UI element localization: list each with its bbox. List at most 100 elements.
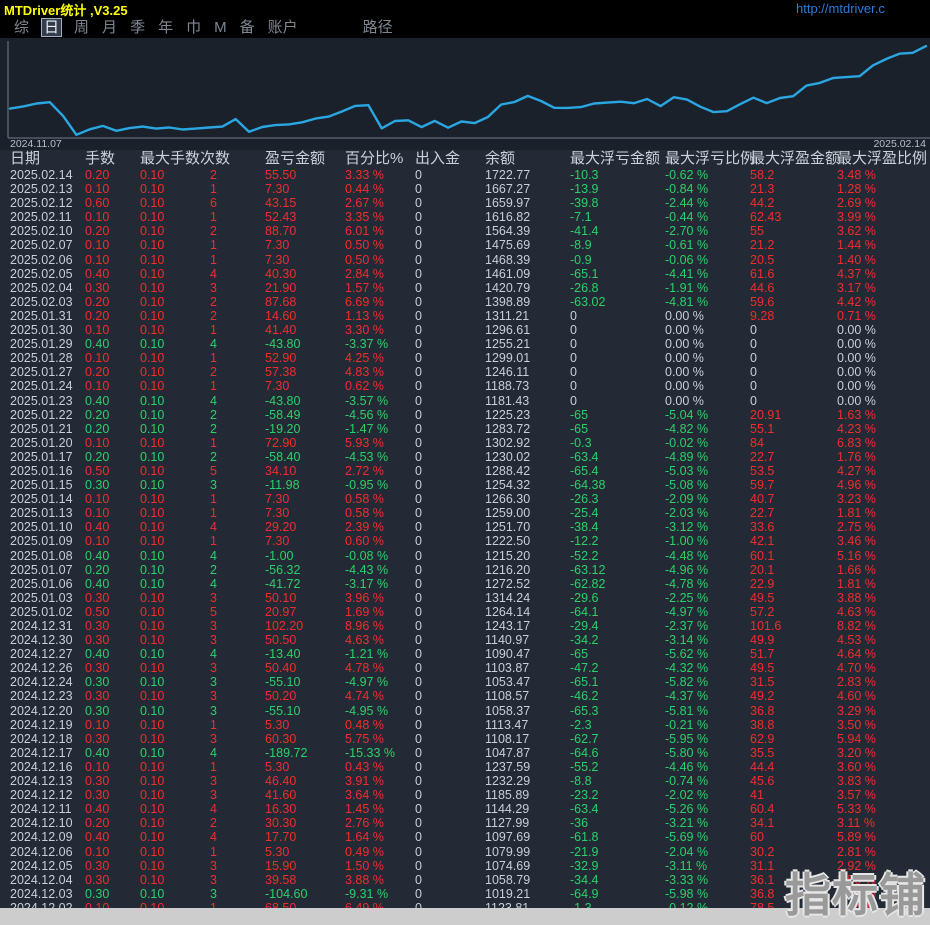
cell: 4.37 % [837,266,876,281]
table-row[interactable]: 2025.01.03 0.30 0.10 3 50.10 3.96 % 0 1314.24 -2… [0,591,930,605]
table-row[interactable]: 2024.12.27 0.40 0.10 4 -13.40 -1.21 % 0 1090.47… [0,647,930,661]
cell: 3 [210,590,217,605]
table-row[interactable]: 2025.01.16 0.50 0.10 5 34.10 2.72 % 0 1288.42 -6… [0,464,930,478]
cell: 0 [570,337,577,352]
table-row[interactable]: 2025.01.22 0.20 0.10 2 -58.49 -4.56 % 0 1225.23… [0,408,930,422]
cell: 0.10 [140,351,165,366]
table-row[interactable]: 2025.01.06 0.40 0.10 4 -41.72 -3.17 % 0 1272.52… [0,577,930,591]
menu-item[interactable]: 综 [14,19,29,36]
cell: 1 [210,323,217,338]
cell: 0.10 [140,407,165,422]
cell: 49.5 [750,590,775,605]
table-row[interactable]: 2025.02.03 0.20 0.10 2 87.68 6.69 % 0 1398.89 -6… [0,295,930,309]
cell: 1461.09 [485,266,531,281]
cell: 1.76 % [837,449,876,464]
menu-item[interactable]: M [214,19,227,36]
cell: 0.20 [85,421,110,436]
table-row[interactable]: 2024.12.26 0.30 0.10 3 50.40 4.78 % 0 1103.87 -4… [0,661,930,675]
table-row[interactable]: 2025.01.21 0.20 0.10 2 -19.20 -1.47 % 0 1283.72… [0,422,930,436]
table-row[interactable]: 2025.01.07 0.20 0.10 2 -56.32 -4.43 % 0 1216.20… [0,563,930,577]
cell: 0 [415,393,422,408]
cell: 0.30 [85,774,110,789]
menu-item[interactable]: 日 [42,19,62,36]
table-row[interactable]: 2025.01.31 0.20 0.10 2 14.60 1.13 % 0 1311.21 0 0… [0,309,930,323]
table-row[interactable]: 2025.01.29 0.40 0.10 4 -43.80 -3.37 % 0 1255.21… [0,337,930,351]
cell: 2024.12.12 [10,788,73,803]
cell: 5.75 % [345,731,384,746]
cell: 1283.72 [485,421,531,436]
cell: 102.20 [265,619,304,633]
col-header-max-float-profit: 最大浮盈金额 [750,150,841,167]
table-row[interactable]: 2025.02.06 0.10 0.10 1 7.30 0.50 % 0 1468.39 -0.… [0,253,930,267]
table-row[interactable]: 2025.01.08 0.40 0.10 4 -1.00 -0.08 % 0 1215.20 -… [0,549,930,563]
menu-item[interactable]: 路径 [363,19,393,36]
table-row[interactable]: 2024.12.24 0.30 0.10 3 -55.10 -4.97 % 0 1053.47… [0,675,930,689]
cell: -58.40 [265,449,301,464]
table-row[interactable]: 2025.01.27 0.20 0.10 2 57.38 4.83 % 0 1246.11 0 0… [0,365,930,379]
table-row[interactable]: 2025.02.07 0.10 0.10 1 7.30 0.50 % 0 1475.69 -8.… [0,238,930,252]
cell: 4 [210,520,217,535]
cell: 4.27 % [837,463,876,478]
table-row[interactable]: 2025.01.20 0.10 0.10 1 72.90 5.93 % 0 1302.92 -0… [0,436,930,450]
table-row[interactable]: 2025.01.15 0.30 0.10 3 -11.98 -0.95 % 0 1254.32… [0,478,930,492]
table-row[interactable]: 2025.02.04 0.30 0.10 3 21.90 1.57 % 0 1420.79 -2… [0,281,930,295]
table-row[interactable]: 2024.12.09 0.40 0.10 4 17.70 1.64 % 0 1097.69 -6… [0,830,930,844]
table-row[interactable]: 2024.12.20 0.30 0.10 3 -55.10 -4.95 % 0 1058.37… [0,704,930,718]
table-row[interactable]: 2025.01.28 0.10 0.10 1 52.90 4.25 % 0 1299.01 0 0… [0,351,930,365]
cell: 0 [415,210,422,225]
cell: 50.10 [265,590,297,605]
table-row[interactable]: 2025.02.12 0.60 0.10 6 43.15 2.67 % 0 1659.97 -3… [0,196,930,210]
table-row[interactable]: 2024.12.18 0.30 0.10 3 60.30 5.75 % 0 1108.17 -6… [0,732,930,746]
cell: 2025.02.03 [10,294,73,309]
cell: 2024.12.09 [10,830,73,845]
table-row[interactable]: 2024.12.30 0.30 0.10 3 50.50 4.63 % 0 1140.97 -3… [0,633,930,647]
menu-item[interactable]: 年 [158,19,173,36]
table-row[interactable]: 2024.12.23 0.30 0.10 3 50.20 4.74 % 0 1108.57 -4… [0,689,930,703]
cell: 1468.39 [485,252,531,267]
menu-item[interactable]: 备 [240,19,255,36]
cell: 14.60 [265,308,297,323]
table-row[interactable]: 2025.01.10 0.40 0.10 4 29.20 2.39 % 0 1251.70 -3… [0,520,930,534]
cell: -55.10 [265,703,301,718]
menu-item[interactable]: 月 [102,19,117,36]
cell: 0.10 [140,661,165,676]
table-row[interactable]: 2025.01.17 0.20 0.10 2 -58.40 -4.53 % 0 1230.02… [0,450,930,464]
table-row[interactable]: 2025.01.30 0.10 0.10 1 41.40 3.30 % 0 1296.61 0 0… [0,323,930,337]
cell: 1123.81 [485,900,530,908]
table-row[interactable]: 2025.01.24 0.10 0.10 1 7.30 0.62 % 0 1188.73 0 0.… [0,379,930,393]
table-row[interactable]: 2025.02.05 0.40 0.10 4 40.30 2.84 % 0 1461.09 -6… [0,267,930,281]
table-row[interactable]: 2025.02.13 0.10 0.10 1 7.30 0.44 % 0 1667.27 -13… [0,182,930,196]
cell: 6.69 % [345,294,384,309]
table-row[interactable]: 2024.12.16 0.10 0.10 1 5.30 0.43 % 0 1237.59 -55… [0,760,930,774]
table-row[interactable]: 2025.01.09 0.10 0.10 1 7.30 0.60 % 0 1222.50 -12… [0,534,930,548]
table-row[interactable]: 2025.02.14 0.20 0.10 2 55.50 3.33 % 0 1722.77 -1… [0,168,930,182]
cell: 2.75 % [837,520,876,535]
cell: -65 [570,421,589,436]
menu-item[interactable]: 巾 [186,19,201,36]
cell: -0.9 [570,252,592,267]
menu-item[interactable]: 账户 [268,19,298,36]
table-row[interactable]: 2024.12.06 0.10 0.10 1 5.30 0.49 % 0 1079.99 -21… [0,845,930,859]
vendor-url-link[interactable]: http://mtdriver.c [796,1,930,16]
table-row[interactable]: 2025.02.10 0.20 0.10 2 88.70 6.01 % 0 1564.39 -4… [0,224,930,238]
table-row[interactable]: 2024.12.19 0.10 0.10 1 5.30 0.48 % 0 1113.47 -2.… [0,718,930,732]
table-row[interactable]: 2024.12.17 0.40 0.10 4 -189.72 -15.33 % 0 1047.… [0,746,930,760]
table-row[interactable]: 2024.12.12 0.30 0.10 3 41.60 3.64 % 0 1185.89 -2… [0,788,930,802]
table-row[interactable]: 2025.01.02 0.50 0.10 5 20.97 1.69 % 0 1264.14 -6… [0,605,930,619]
table-row[interactable]: 2025.01.13 0.10 0.10 1 7.30 0.58 % 0 1259.00 -25… [0,506,930,520]
cell: 2.69 % [837,196,876,211]
cell: 0.20 [85,407,110,422]
table-row[interactable]: 2024.12.13 0.30 0.10 3 46.40 3.91 % 0 1232.29 -8… [0,774,930,788]
cell: 59.7 [750,478,775,493]
cell: -29.4 [570,619,599,633]
menu-item[interactable]: 季 [130,19,145,36]
table-row[interactable]: 2024.12.11 0.40 0.10 4 16.30 1.45 % 0 1144.29 -6… [0,802,930,816]
cell: 2025.01.30 [10,323,73,338]
menu-item[interactable]: 周 [74,19,89,36]
table-row[interactable]: 2025.02.11 0.10 0.10 1 52.43 3.35 % 0 1616.82 -7… [0,210,930,224]
table-row[interactable]: 2025.01.23 0.40 0.10 4 -43.80 -3.57 % 0 1181.43… [0,394,930,408]
table-row[interactable]: 2024.12.31 0.30 0.10 3 102.20 8.96 % 0 1243.17 -… [0,619,930,633]
cell: 1188.73 [485,379,530,394]
table-row[interactable]: 2024.12.10 0.20 0.10 2 30.30 2.76 % 0 1127.99 -3… [0,816,930,830]
table-row[interactable]: 2025.01.14 0.10 0.10 1 7.30 0.58 % 0 1266.30 -26… [0,492,930,506]
